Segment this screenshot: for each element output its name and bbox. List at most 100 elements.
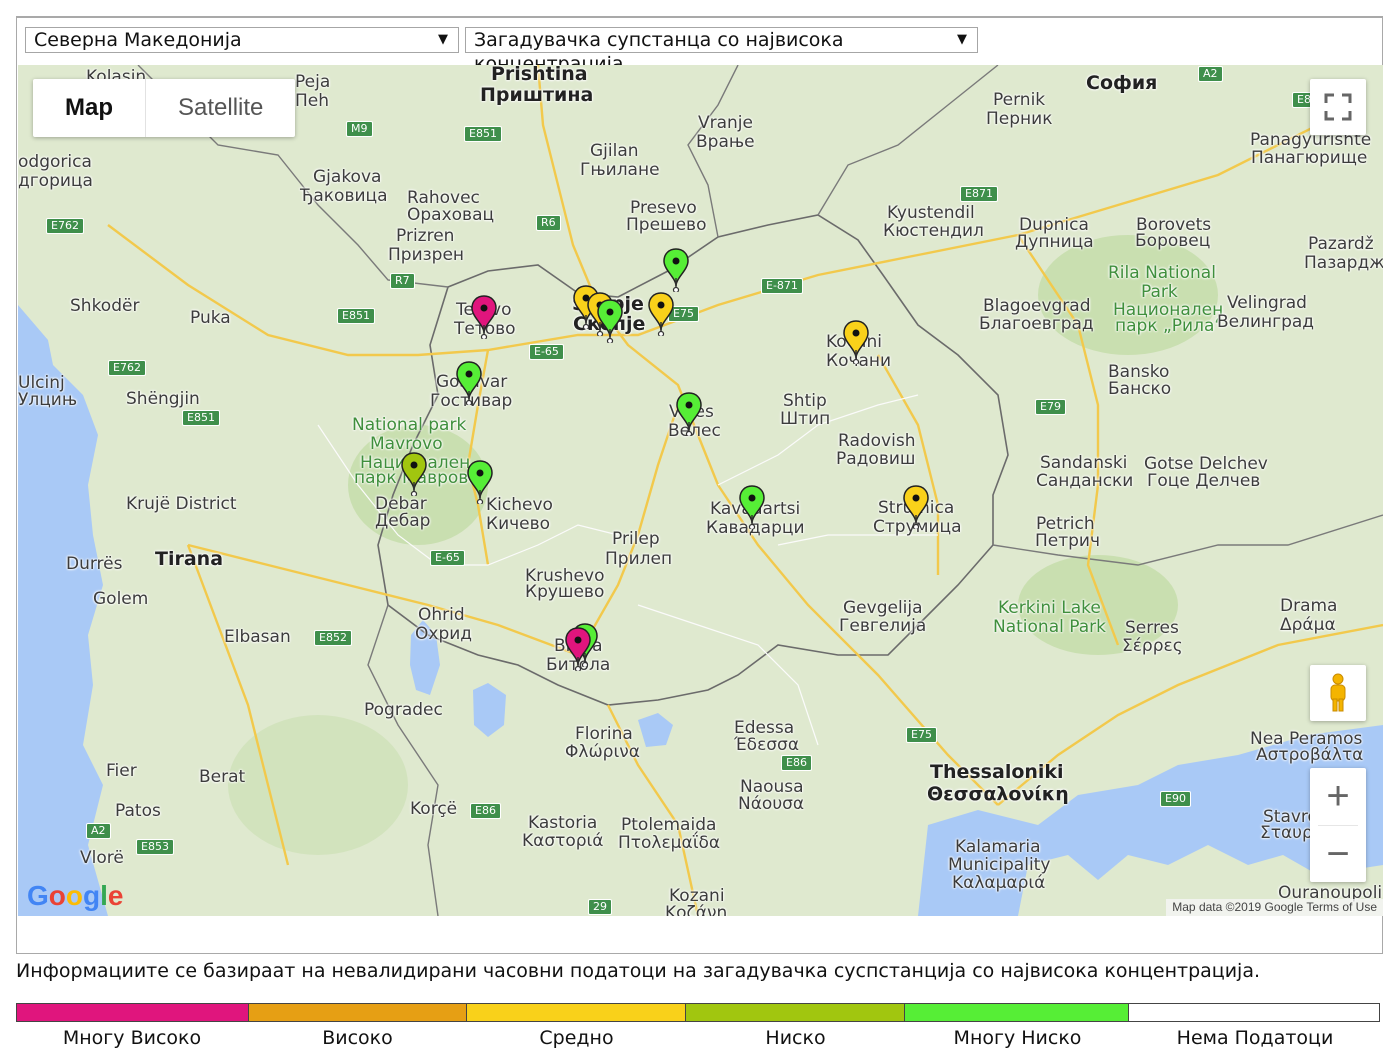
place-label: Призрен (388, 245, 465, 265)
country-select[interactable]: Северна Македонија ▼ (25, 27, 459, 53)
map-pin-icon (401, 452, 427, 498)
place-label: Прешево (626, 215, 707, 235)
place-label: Krujë District (126, 494, 237, 514)
map-attribution[interactable]: Map data ©2019 Google Terms of Use (1166, 899, 1383, 916)
place-label: Vlorë (80, 848, 124, 868)
map-pin-icon (739, 485, 765, 531)
place-label: Улцињ (18, 390, 78, 410)
zoom-out-button[interactable]: − (1310, 826, 1366, 883)
place-label: Berat (199, 767, 246, 787)
legend-swatch (686, 1004, 905, 1021)
place-label: Банско (1108, 379, 1172, 399)
place-label: Έδεσσα (734, 735, 800, 755)
map-pin-icon (903, 485, 929, 531)
road-shield: A2 (1198, 66, 1223, 82)
place-label: Πτολεμαΐδα (618, 833, 721, 853)
place-label: Durrës (66, 554, 123, 574)
place-label: Ohrid (418, 605, 465, 625)
place-label: София (1086, 72, 1158, 94)
place-label: Штип (780, 409, 831, 429)
place-label: Гевгелија (839, 616, 927, 636)
road-shield: M9 (346, 121, 373, 137)
place-label: Пазардж (1304, 253, 1383, 273)
road-shield: R7 (390, 273, 415, 289)
place-label: Прилеп (605, 549, 673, 569)
zoom-in-button[interactable]: + (1310, 768, 1366, 825)
map-pin-icon (676, 392, 702, 438)
place-label: Drama (1280, 596, 1338, 616)
legend-color-bar (16, 1003, 1380, 1022)
road-shield: E-65 (430, 550, 465, 566)
place-label: Боровец (1135, 231, 1211, 251)
place-label: Велинград (1217, 312, 1315, 332)
legend-label: Ниско (765, 1027, 826, 1049)
place-label: Patos (115, 801, 161, 821)
station-marker-medium[interactable] (903, 485, 929, 531)
legend-label: Средно (539, 1027, 614, 1049)
place-label: Ђаковица (300, 186, 388, 206)
road-shield: E90 (1160, 791, 1191, 807)
road-shield: E852 (314, 630, 352, 646)
place-label: Αστροβάλτα (1256, 745, 1364, 765)
place-label: Kerkini Lake (998, 598, 1101, 618)
legend-swatch (1129, 1004, 1379, 1021)
map-canvas[interactable]: Kolasin Peja Пеh Prishtina Приштина София Pern… (18, 65, 1383, 916)
station-marker-very-high[interactable] (471, 295, 497, 341)
fullscreen-button[interactable] (1310, 79, 1366, 135)
station-marker-very-low[interactable] (467, 460, 493, 506)
dropdown-arrow-icon: ▼ (957, 32, 967, 47)
place-label: Sandanski (1040, 453, 1128, 473)
place-label: Kichevo (486, 495, 553, 515)
legend-label: Нема Податоци (1176, 1027, 1334, 1049)
place-label: Golem (93, 589, 149, 609)
place-label: Prilep (612, 529, 660, 549)
place-label: Rila National (1108, 263, 1216, 283)
road-shield: E871 (960, 186, 998, 202)
map-pin-icon (471, 295, 497, 341)
place-label: odgorica (18, 152, 92, 172)
legend-label: Многу Високо (62, 1027, 202, 1049)
place-label: Korçë (410, 799, 458, 819)
place-label: Tirana (155, 548, 224, 570)
dropdown-arrow-icon: ▼ (438, 32, 448, 47)
place-label: Δράμα (1280, 615, 1336, 635)
road-shield: E75 (906, 727, 937, 743)
place-label: Kastoria (528, 813, 598, 833)
place-label: Pogradec (364, 700, 443, 720)
station-marker-low[interactable] (401, 452, 427, 498)
fullscreen-icon (1324, 93, 1352, 121)
place-label: Shkodër (70, 296, 140, 316)
place-label: National Park (993, 617, 1106, 637)
place-label: Гоце Делчев (1147, 471, 1261, 491)
street-view-pegman-button[interactable] (1310, 665, 1366, 721)
place-label: Florina (575, 724, 633, 744)
place-label: Νάουσα (738, 794, 805, 814)
place-label: парк „Рила“ (1115, 316, 1224, 336)
road-shield: E-871 (761, 278, 803, 294)
station-marker-very-low[interactable] (456, 361, 482, 407)
place-label: Охрид (415, 624, 473, 644)
station-marker-very-high[interactable] (565, 627, 591, 673)
place-label: Кичево (486, 514, 551, 534)
place-label: Σέρρες (1122, 636, 1183, 656)
pollutant-select[interactable]: Загадувачка супстанца со највисока конце… (465, 27, 978, 75)
station-marker-very-low[interactable] (739, 485, 765, 531)
road-shield: E851 (464, 126, 502, 142)
map-type-satellite-button[interactable]: Satellite (146, 79, 295, 137)
station-marker-medium[interactable] (648, 292, 674, 338)
place-label: Καλαμαριά (952, 873, 1046, 893)
place-label: Дебар (375, 511, 431, 531)
place-label: Shëngjin (126, 389, 200, 409)
place-label: Кюстендил (883, 221, 984, 241)
station-marker-very-low[interactable] (597, 299, 623, 345)
place-label: Municipality (948, 855, 1051, 875)
station-marker-medium[interactable] (843, 320, 869, 366)
place-label: Κοζάνη (665, 903, 728, 916)
map-type-map-button[interactable]: Map (33, 79, 146, 137)
station-marker-very-low[interactable] (663, 248, 689, 294)
country-select-value: Северна Македонија (34, 29, 242, 51)
map-type-control: Map Satellite (33, 79, 296, 137)
station-marker-very-low[interactable] (676, 392, 702, 438)
info-text: Информациите се базираат на невалидирани… (16, 960, 1261, 982)
map-pin-icon (456, 361, 482, 407)
